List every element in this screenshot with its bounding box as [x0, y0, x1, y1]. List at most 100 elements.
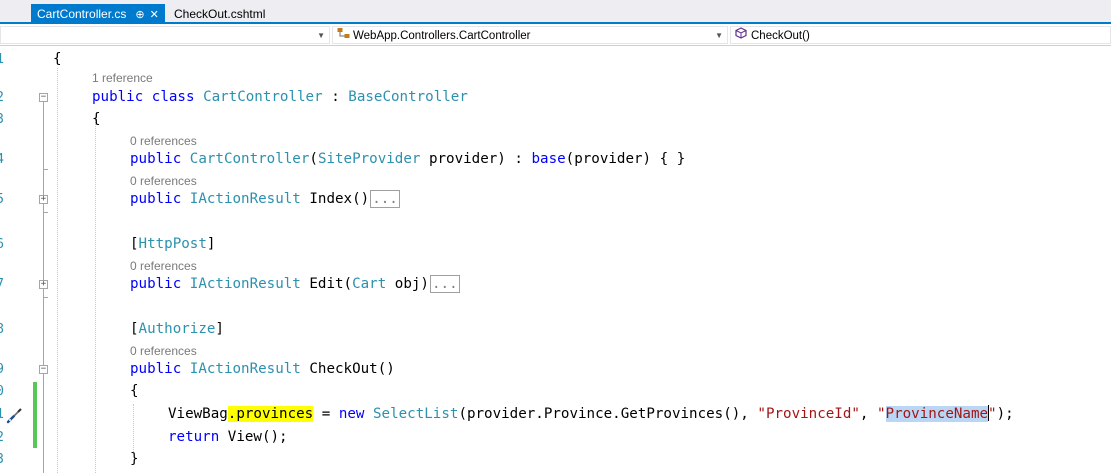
line-number: 3: [0, 452, 4, 467]
highlighted-identifier: .provinces: [227, 406, 314, 422]
class-dropdown-label: WebApp.Controllers.CartController: [353, 30, 531, 42]
indent-guide: [57, 68, 58, 473]
punctuation: ,: [859, 406, 877, 422]
brace: {: [53, 51, 62, 67]
line-number: 2: [0, 90, 4, 105]
code-line-index-method: public IActionResult Index()...: [130, 190, 400, 208]
line-number: 6: [0, 237, 4, 252]
code-line-constructor: public CartController(SiteProvider provi…: [130, 150, 685, 168]
keyword: public: [92, 89, 144, 105]
operator: =: [313, 406, 339, 422]
identifier: ViewBag: [168, 406, 228, 422]
code-text: provider) :: [420, 151, 532, 167]
keyword: public: [130, 361, 182, 377]
line-number: 0: [0, 384, 4, 399]
code-line-return: return View();: [168, 428, 288, 446]
indent-guide: [95, 118, 96, 473]
pin-icon[interactable]: ⊕: [135, 9, 144, 21]
outline-tick: [43, 297, 48, 298]
collapse-toggle[interactable]: −: [39, 365, 48, 374]
document-tab-strip: CartController.cs ⊕ ✕ CheckOut.cshtml: [0, 0, 1111, 24]
keyword: public: [130, 151, 182, 167]
code-text: (provider) { }: [565, 151, 686, 167]
type-name: Cart: [352, 276, 387, 292]
code-line-viewbag: ViewBag.provinces = new SelectList(provi…: [168, 405, 1014, 423]
line-number: 8: [0, 322, 4, 337]
tab-checkout-cshtml[interactable]: CheckOut.cshtml: [168, 4, 271, 24]
method-name: CheckOut(): [300, 361, 395, 377]
punctuation: [: [130, 321, 139, 337]
type-name: IActionResult: [189, 191, 301, 207]
punctuation: ();: [261, 429, 288, 445]
chevron-down-icon: ▼: [317, 31, 325, 40]
class-icon: [337, 27, 351, 45]
code-lens-references[interactable]: 1 reference: [92, 71, 153, 85]
line-number: 5: [0, 192, 4, 207]
collapsed-region[interactable]: ...: [429, 275, 460, 293]
type-name: IActionResult: [189, 276, 301, 292]
attribute-name: HttpPost: [138, 236, 207, 252]
punctuation: (: [309, 151, 318, 167]
collapse-toggle[interactable]: −: [39, 93, 48, 102]
code-line: {: [92, 110, 101, 128]
code-text: obj): [386, 276, 429, 292]
type-name: IActionResult: [189, 361, 301, 377]
punctuation: ]: [206, 236, 216, 252]
code-line-class-declaration: public class CartController : BaseContro…: [92, 88, 468, 106]
brace: {: [92, 111, 101, 127]
line-number: 7: [0, 277, 4, 292]
keyword: new: [338, 406, 365, 422]
member-dropdown-label: CheckOut(): [751, 30, 810, 42]
string-literal: ": [988, 406, 997, 422]
keyword: public: [130, 191, 182, 207]
line-number: 1: [0, 407, 4, 422]
type-name: CartController: [189, 151, 310, 167]
tab-label: CartController.cs: [37, 7, 127, 21]
code-lens-references[interactable]: 0 references: [130, 174, 197, 188]
code-line-checkout-method: public IActionResult CheckOut(): [130, 360, 395, 378]
code-editor[interactable]: 1 2 3 4 5 6 7 8 9 0 1 2 3 − + + − { 1 re…: [0, 46, 1111, 473]
method-name: Index(): [300, 191, 370, 207]
line-number: 1: [0, 52, 4, 67]
line-number: 4: [0, 152, 4, 167]
code-lens-references[interactable]: 0 references: [130, 344, 197, 358]
keyword: public: [130, 276, 182, 292]
type-name: SiteProvider: [317, 151, 421, 167]
navigation-bar: ▼ WebApp.Controllers.CartController ▼ Ch…: [0, 24, 1111, 46]
code-lens-references[interactable]: 0 references: [130, 134, 197, 148]
code-line-attribute: [Authorize]: [130, 320, 224, 338]
keyword: return: [168, 429, 220, 445]
punctuation: );: [996, 406, 1014, 422]
code-line: }: [130, 450, 139, 468]
expand-toggle[interactable]: +: [39, 195, 48, 204]
expand-toggle[interactable]: +: [39, 280, 48, 289]
type-name: SelectList: [373, 406, 459, 422]
line-number: 2: [0, 430, 4, 445]
punctuation: ]: [215, 321, 224, 337]
chevron-down-icon: ▼: [715, 31, 723, 40]
close-icon[interactable]: ✕: [150, 9, 159, 21]
class-dropdown[interactable]: WebApp.Controllers.CartController ▼: [332, 26, 728, 44]
screwdriver-icon[interactable]: [6, 408, 24, 424]
collapsed-region[interactable]: ...: [370, 190, 400, 208]
code-line-attribute: [HttpPost]: [130, 235, 215, 253]
code-line: {: [53, 50, 62, 68]
punctuation: :: [322, 89, 349, 105]
indent-guide: [133, 404, 134, 452]
change-tracking-bar: [33, 382, 37, 448]
project-dropdown[interactable]: ▼: [0, 26, 330, 44]
code-lens-references[interactable]: 0 references: [130, 259, 197, 273]
code-text: (provider.Province.GetProvinces(),: [458, 406, 758, 422]
type-name: BaseController: [348, 89, 468, 105]
selected-text: ProvinceName: [885, 406, 989, 422]
tab-cartcontroller-cs[interactable]: CartController.cs ⊕ ✕: [31, 4, 165, 24]
brace: {: [130, 383, 139, 399]
outline-tick: [43, 169, 48, 170]
outline-tick: [43, 212, 48, 213]
string-literal: ": [877, 406, 886, 422]
keyword: class: [151, 89, 195, 105]
attribute-name: Authorize: [138, 321, 216, 337]
member-dropdown[interactable]: CheckOut(): [730, 26, 1111, 44]
punctuation: [: [130, 236, 139, 252]
method-name: Edit(: [300, 276, 353, 292]
